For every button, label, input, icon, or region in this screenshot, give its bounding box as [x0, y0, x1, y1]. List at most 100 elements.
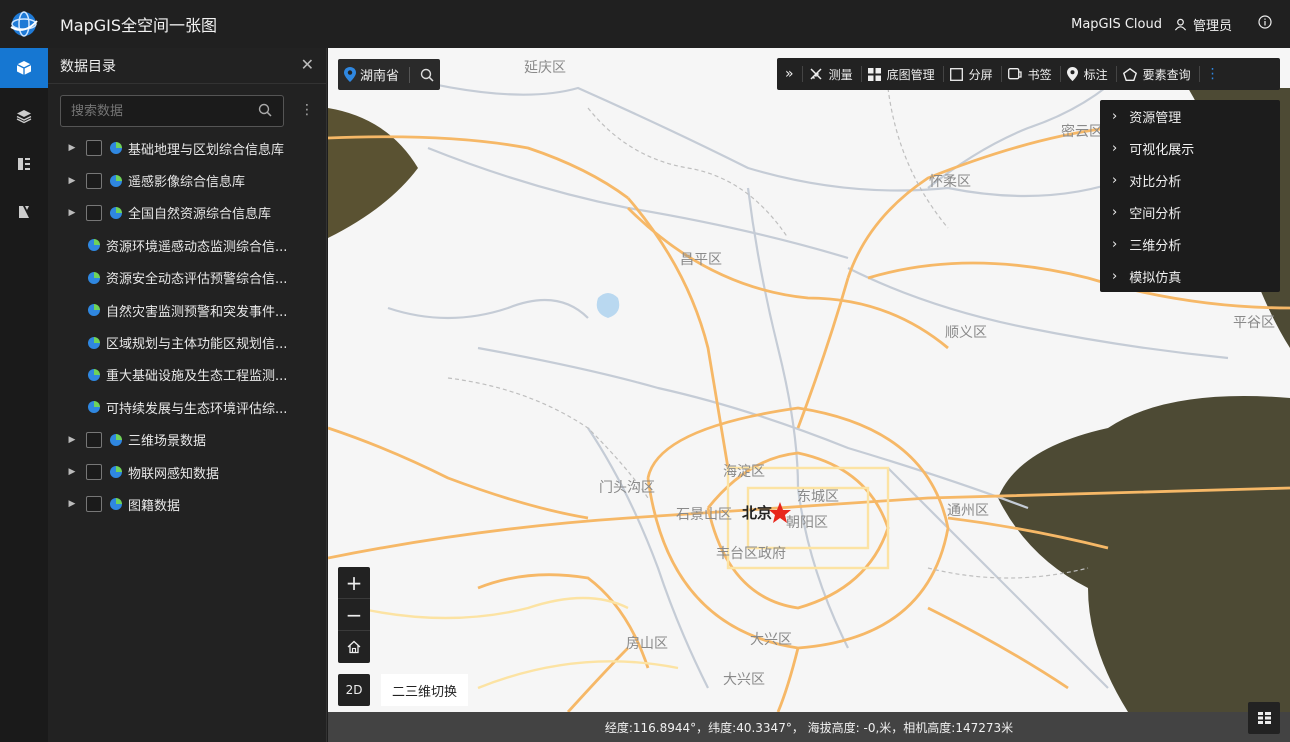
feature-query-label: 要素查询: [1142, 67, 1191, 82]
tree-checkbox[interactable]: [86, 464, 102, 481]
tree-node[interactable]: ▶ 基础地理与区划综合信息库: [48, 132, 326, 164]
collapse-toolbar-button[interactable]: »: [785, 66, 803, 82]
chevron-right-icon: ›: [1112, 108, 1118, 124]
list-nav-button[interactable]: [0, 144, 48, 184]
menu-item-comparison-analysis[interactable]: › 对比分析: [1100, 164, 1280, 196]
menu-item-visualization[interactable]: › 可视化展示: [1100, 132, 1280, 164]
chevron-right-icon: ›: [1112, 172, 1118, 188]
measure-label: 测量: [828, 67, 853, 82]
feature-query-button[interactable]: 要素查询: [1122, 66, 1200, 82]
2d-mode-button[interactable]: 2D: [338, 674, 370, 706]
measure-tool-button[interactable]: 测量: [809, 66, 862, 82]
search-input[interactable]: [60, 95, 284, 127]
tree-node[interactable]: ▶ 物联网感知数据: [48, 456, 326, 488]
map-label-daxing: 大兴区: [750, 632, 792, 648]
tree-node-label: 自然灾害监测预警和突发事件...: [106, 304, 288, 320]
map-label-mentougou: 门头沟区: [599, 480, 655, 496]
user-menu[interactable]: 管理员: [1174, 15, 1232, 34]
tree-node[interactable]: ▶ 全国自然资源综合信息库: [48, 197, 326, 229]
menu-item-resource-management[interactable]: › 资源管理: [1100, 100, 1280, 132]
map-label-dongcheng: 东城区: [797, 489, 839, 505]
expand-arrow-icon[interactable]: ▶: [60, 499, 84, 509]
user-name: 管理员: [1192, 18, 1232, 34]
search-icon[interactable]: [420, 68, 434, 82]
zoom-in-button[interactable]: +: [338, 567, 370, 599]
tree-node[interactable]: 重大基础设施及生态工程监测...: [48, 359, 326, 391]
layers-nav-button[interactable]: [0, 96, 48, 136]
tree-checkbox[interactable]: [86, 140, 102, 157]
database-pie-icon: [88, 336, 100, 349]
split-screen-button[interactable]: 分屏: [949, 66, 1002, 82]
tree-node-label: 资源安全动态评估预警综合信...: [106, 272, 288, 288]
database-pie-icon: [110, 206, 122, 219]
search-icon[interactable]: [258, 103, 272, 117]
info-icon[interactable]: [1258, 15, 1272, 33]
close-icon[interactable]: ✕: [301, 57, 314, 73]
location-label: 湖南省: [360, 69, 400, 84]
zoom-out-button[interactable]: −: [338, 599, 370, 631]
app-title: MapGIS全空间一张图: [60, 16, 218, 35]
analysis-menu: › 资源管理 › 可视化展示 › 对比分析 › 空间分析 › 三维分析 › 模拟仿真: [1100, 100, 1280, 292]
data-catalog-nav-button[interactable]: [0, 48, 48, 88]
tree-node[interactable]: ▶ 图籍数据: [48, 488, 326, 520]
home-button[interactable]: [338, 631, 370, 663]
menu-item-3d-analysis[interactable]: › 三维分析: [1100, 228, 1280, 260]
tree-checkbox[interactable]: [86, 204, 102, 221]
location-selector[interactable]: 湖南省: [338, 59, 441, 90]
menu-item-label: 对比分析: [1129, 174, 1182, 190]
map-label-fengtai: 丰台区政府: [716, 546, 786, 562]
map-label-shijingshan: 石景山区: [676, 507, 732, 523]
tree-node[interactable]: 可持续发展与生态环境评估综...: [48, 391, 326, 423]
bookmark-label: 书签: [1027, 67, 1052, 82]
2d-3d-switch-button[interactable]: 二三维切换: [381, 674, 468, 706]
tree-node-label: 遥感影像综合信息库: [128, 175, 246, 191]
more-options-icon[interactable]: ⋮: [300, 102, 314, 118]
cloud-label[interactable]: MapGIS Cloud: [1071, 17, 1162, 32]
cube-icon: [16, 61, 32, 75]
database-pie-icon: [110, 174, 122, 187]
database-pie-icon: [88, 304, 100, 317]
map-toolbar: » 测量 底图管理 分屏 书签 标注 要素查询 ⋮: [777, 58, 1280, 90]
tree-node-label: 物联网感知数据: [128, 466, 220, 482]
tree-node[interactable]: 区域规划与主体功能区规划信...: [48, 326, 326, 358]
more-tools-button[interactable]: ⋮: [1206, 66, 1228, 82]
menu-item-label: 模拟仿真: [1129, 270, 1182, 286]
layout-grid-button[interactable]: [1248, 702, 1280, 734]
tree-node[interactable]: 资源环境遥感动态监测综合信...: [48, 229, 326, 261]
tree-node[interactable]: ▶ 遥感影像综合信息库: [48, 164, 326, 196]
k-tool-nav-button[interactable]: [0, 192, 48, 232]
database-pie-icon: [88, 271, 100, 284]
basemap-manager-button[interactable]: 底图管理: [867, 66, 944, 82]
menu-item-label: 资源管理: [1129, 110, 1182, 126]
menu-item-label: 空间分析: [1129, 206, 1182, 222]
tree-checkbox[interactable]: [86, 172, 102, 189]
map-label-miyun: 密云区: [1061, 124, 1103, 140]
map-canvas[interactable]: 延庆区 密云区 怀柔区 昌平区 顺义区 平谷区 门头沟区 海淀区 东城区 石景山…: [328, 48, 1290, 712]
expand-arrow-icon[interactable]: ▶: [60, 467, 84, 477]
chevron-right-icon: ›: [1112, 140, 1118, 156]
tree-checkbox[interactable]: [86, 496, 102, 513]
top-bar: MapGIS全空间一张图 MapGIS Cloud 管理员: [0, 0, 1290, 48]
tree-node[interactable]: 自然灾害监测预警和突发事件...: [48, 294, 326, 326]
bookmark-button[interactable]: 书签: [1007, 66, 1061, 82]
double-chevron-icon: »: [785, 66, 794, 82]
tree-node[interactable]: 资源安全动态评估预警综合信...: [48, 262, 326, 294]
annotate-button[interactable]: 标注: [1066, 66, 1117, 82]
map-label-shunyi: 顺义区: [945, 325, 987, 341]
tree-node-label: 基础地理与区划综合信息库: [128, 142, 285, 158]
menu-item-spatial-analysis[interactable]: › 空间分析: [1100, 196, 1280, 228]
map-label-haidian: 海淀区: [723, 464, 765, 480]
tree-checkbox[interactable]: [86, 431, 102, 448]
map-label-huairou: 怀柔区: [929, 174, 971, 190]
expand-arrow-icon[interactable]: ▶: [60, 143, 84, 153]
panel-title: 数据目录: [60, 58, 116, 75]
location-pin-icon: [344, 67, 356, 82]
tree-node[interactable]: ▶ 三维场景数据: [48, 424, 326, 456]
expand-arrow-icon[interactable]: ▶: [60, 208, 84, 218]
expand-arrow-icon[interactable]: ▶: [60, 176, 84, 186]
menu-item-simulation[interactable]: › 模拟仿真: [1100, 260, 1280, 292]
map-label-chaoyang: 朝阳区: [786, 515, 828, 531]
chevron-right-icon: ›: [1112, 204, 1118, 220]
data-tree: ▶ 基础地理与区划综合信息库 ▶ 遥感影像综合信息库 ▶ 全国自然资源综合信息库 资源…: [48, 132, 326, 521]
expand-arrow-icon[interactable]: ▶: [60, 435, 84, 445]
